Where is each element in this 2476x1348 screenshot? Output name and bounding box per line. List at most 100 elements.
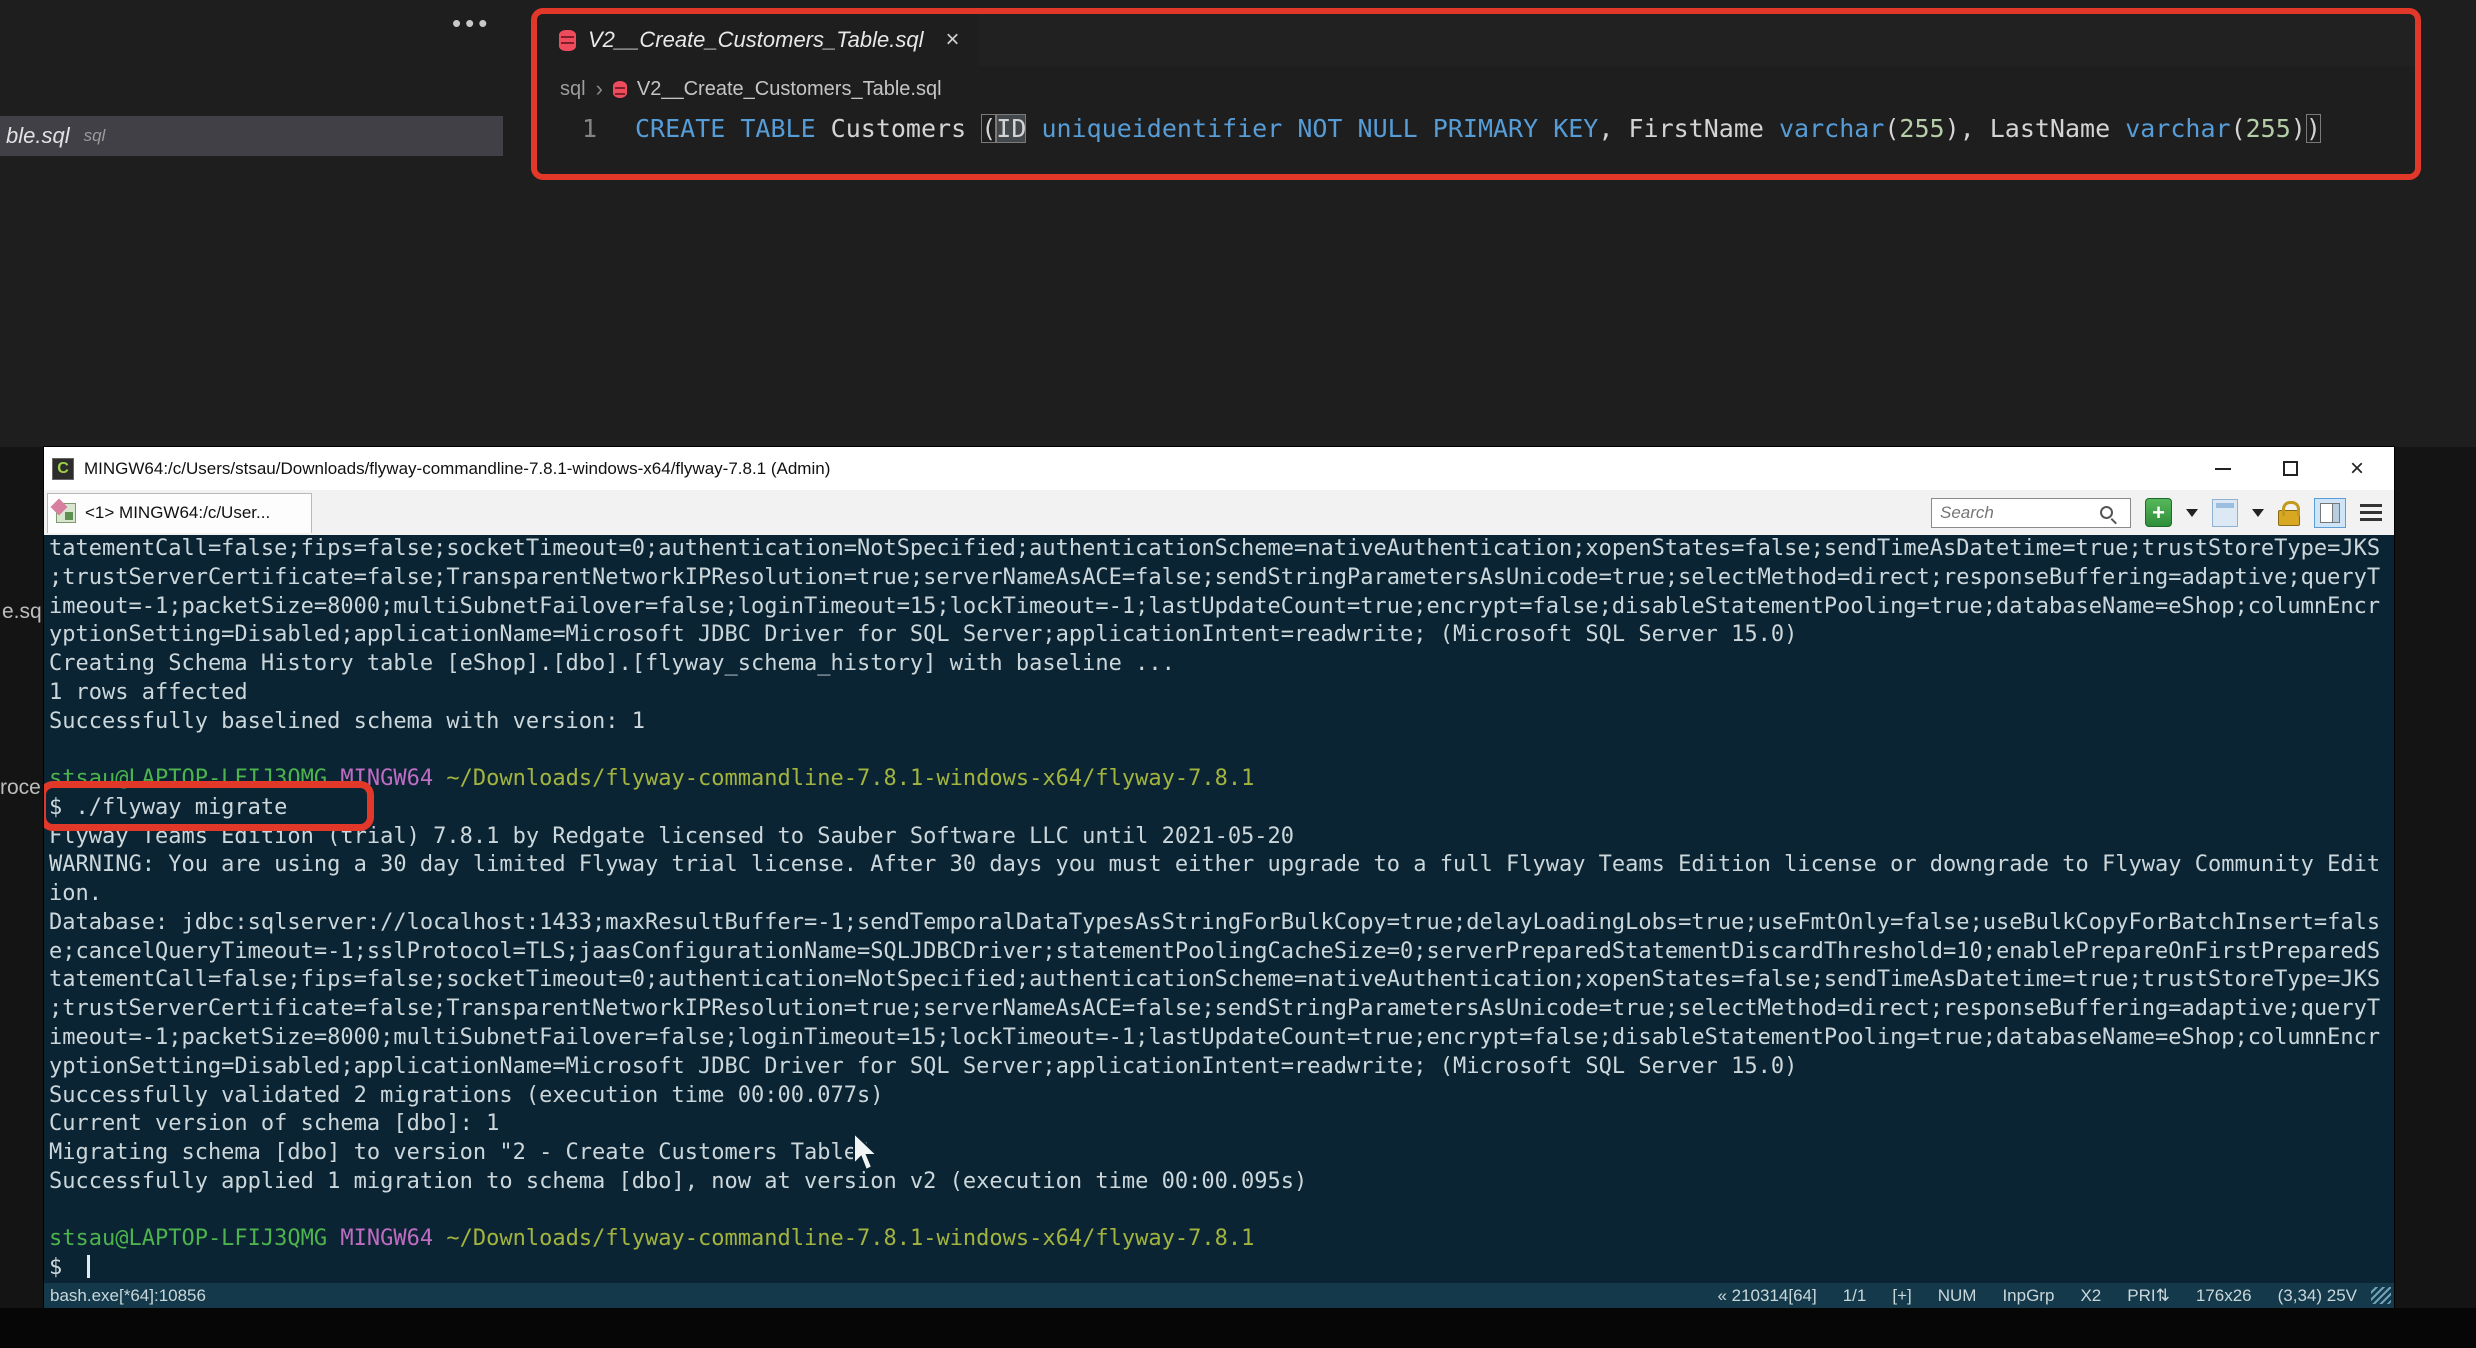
terminal-line: Migrating schema [dbo] to version "2 - C… [49, 1140, 871, 1166]
background-tab-hint: sql [83, 126, 106, 145]
status-process: bash.exe[*64]:10856 [50, 1285, 206, 1305]
code-token: varchar [1778, 113, 1885, 143]
bottom-edge [0, 1308, 2476, 1348]
terminal-line: e;cancelQueryTimeout=-1;sslProtocol=TLS;… [49, 938, 2381, 964]
code-token: , LastName [1959, 113, 2126, 143]
terminal-line: imeout=-1;packetSize=8000;multiSubnetFai… [49, 1025, 2381, 1051]
code-token: CREATE TABLE [635, 113, 816, 143]
terminal-line: Database: jdbc:sqlserver://localhost:143… [49, 909, 2381, 935]
terminal-line: Flyway Teams Edition (trial) 7.8.1 by Re… [49, 823, 1295, 849]
terminal-line: ;trustServerCertificate=false;Transparen… [49, 564, 2381, 590]
new-console-button[interactable]: + [2145, 498, 2172, 527]
code-token: varchar [2125, 113, 2231, 143]
database-file-icon [612, 80, 627, 98]
terminal-line: imeout=-1;packetSize=8000;multiSubnetFai… [49, 593, 2381, 619]
terminal-line: yptionSetting=Disabled;applicationName=M… [49, 622, 1798, 648]
terminal-line: ion. [49, 881, 102, 907]
terminal-titlebar[interactable]: C MINGW64:/c/Users/stsau/Downloads/flywa… [44, 447, 2394, 490]
status-items: « 210314[64] 1/1 [+] NUM InpGrp X2 PRI⇅ 176x26 (… [1717, 1286, 2371, 1306]
tab-filename: V2__Create_Customers_Table.sql [588, 27, 924, 52]
code-token: Customers [815, 113, 982, 143]
terminal-line: yptionSetting=Disabled;applicationName=M… [49, 1053, 1798, 1079]
terminal-output[interactable]: tatementCall=false;fips=false;socketTime… [44, 535, 2394, 1283]
editor-tab-strip: V2__Create_Customers_Table.sql × [537, 14, 2415, 66]
terminal-line: Current version of schema [dbo]: 1 [49, 1111, 500, 1137]
search-icon [2100, 506, 2113, 519]
maximize-icon[interactable] [2282, 461, 2298, 476]
code-token: ) [2290, 113, 2306, 143]
code-token: , FirstName [1598, 113, 1779, 143]
background-editor-tab[interactable]: ble.sql sql [0, 116, 503, 156]
code-token: uniqueidentifier [1041, 113, 1283, 143]
minimize-icon[interactable] [2214, 467, 2231, 470]
close-icon[interactable]: × [2350, 457, 2364, 481]
status-item: PRI⇅ [2127, 1285, 2170, 1305]
status-item: « 210314[64] [1717, 1285, 1817, 1305]
terminal-tab-label: <1> MINGW64:/c/User... [85, 503, 271, 522]
status-item: InpGrp [2002, 1285, 2055, 1305]
terminal-line: stsau@LAPTOP-LFIJ3QMG MINGW64 ~/Download… [49, 1226, 1255, 1252]
terminal-line: stsau@LAPTOP-LFIJ3QMG MINGW64 ~/Download… [49, 766, 1255, 792]
terminal-line: $ ./flyway migrate [49, 794, 288, 820]
layout-toggle-icon[interactable] [2314, 497, 2346, 528]
status-item: 1/1 [1842, 1285, 1867, 1305]
terminal-line: $ [49, 1254, 2394, 1283]
search-input[interactable] [1940, 502, 2100, 523]
bash-tab-icon [56, 503, 76, 523]
status-item: NUM [1937, 1285, 1977, 1305]
code-token: ( [2230, 113, 2246, 143]
line-number: 1 [581, 113, 597, 143]
terminal-statusbar: bash.exe[*64]:10856 « 210314[64] 1/1 [+] NU… [44, 1283, 2394, 1308]
chevron-down-icon[interactable] [2252, 508, 2264, 517]
terminal-line: 1 rows affected [49, 679, 248, 705]
tab-sql-file[interactable]: V2__Create_Customers_Table.sql × [537, 14, 978, 66]
terminal-line: Successfully applied 1 migration to sche… [49, 1168, 1308, 1194]
status-item: X2 [2080, 1285, 2102, 1305]
terminal-window: C MINGW64:/c/Users/stsau/Downloads/flywa… [44, 447, 2394, 1308]
code-token: ) [2305, 113, 2321, 143]
background-tab-filename: ble.sql [6, 123, 70, 148]
code-token: NOT NULL PRIMARY KEY [1297, 113, 1599, 143]
close-tab-icon[interactable]: × [946, 26, 960, 54]
sql-code: CREATE TABLE Customers (ID uniqueidentif… [635, 113, 2321, 143]
status-item: (3,34) 25V [2277, 1285, 2357, 1305]
obscured-text-fragment: roce [0, 776, 41, 799]
terminal-tabbar: <1> MINGW64:/c/User... + [44, 490, 2394, 535]
terminal-line: Creating Schema History table [eShop].[d… [49, 651, 1175, 677]
obscured-text-fragment: e.sq [2, 600, 42, 623]
tab-list-icon[interactable] [2212, 498, 2238, 527]
terminal-line: WARNING: You are using a 30 day limited … [49, 852, 2381, 878]
terminal-tab-active[interactable]: <1> MINGW64:/c/User... [47, 492, 312, 533]
code-token: ( [1884, 113, 1900, 143]
chevron-down-icon[interactable] [2186, 508, 2198, 517]
terminal-line: Successfully validated 2 migrations (exe… [49, 1082, 884, 1108]
chevron-right-icon: › [595, 76, 603, 101]
terminal-title: MINGW64:/c/Users/stsau/Downloads/flyway-… [84, 458, 831, 478]
lock-icon[interactable] [2278, 500, 2300, 526]
terminal-line: tatementCall=false;fips=false;socketTime… [49, 967, 2381, 993]
terminal-line: ;trustServerCertificate=false;Transparen… [49, 996, 2381, 1022]
resize-grip[interactable] [2371, 1287, 2391, 1304]
code-editor-line[interactable]: 1 CREATE TABLE Customers (ID uniqueidenti… [537, 106, 2321, 150]
code-token: 255 [2245, 113, 2291, 143]
breadcrumb[interactable]: sql › V2__Create_Customers_Table.sql [560, 72, 942, 106]
breadcrumb-filename[interactable]: V2__Create_Customers_Table.sql [637, 78, 942, 101]
hamburger-menu-icon[interactable] [2360, 504, 2382, 521]
search-box[interactable] [1931, 497, 2131, 528]
code-token: ( [981, 113, 997, 143]
editor-background [0, 0, 2476, 447]
status-item: 176x26 [2195, 1285, 2252, 1305]
status-item: [+] [1892, 1285, 1912, 1305]
terminal-caret [86, 1255, 90, 1279]
terminal-line: tatementCall=false;fips=false;socketTime… [49, 536, 2381, 561]
code-token: ) [1944, 113, 1960, 143]
code-token: 255 [1899, 113, 1945, 143]
code-token: ID [996, 113, 1027, 143]
more-actions-icon[interactable]: ••• [452, 8, 491, 39]
breadcrumb-folder[interactable]: sql [560, 78, 586, 101]
database-file-icon [559, 29, 576, 51]
